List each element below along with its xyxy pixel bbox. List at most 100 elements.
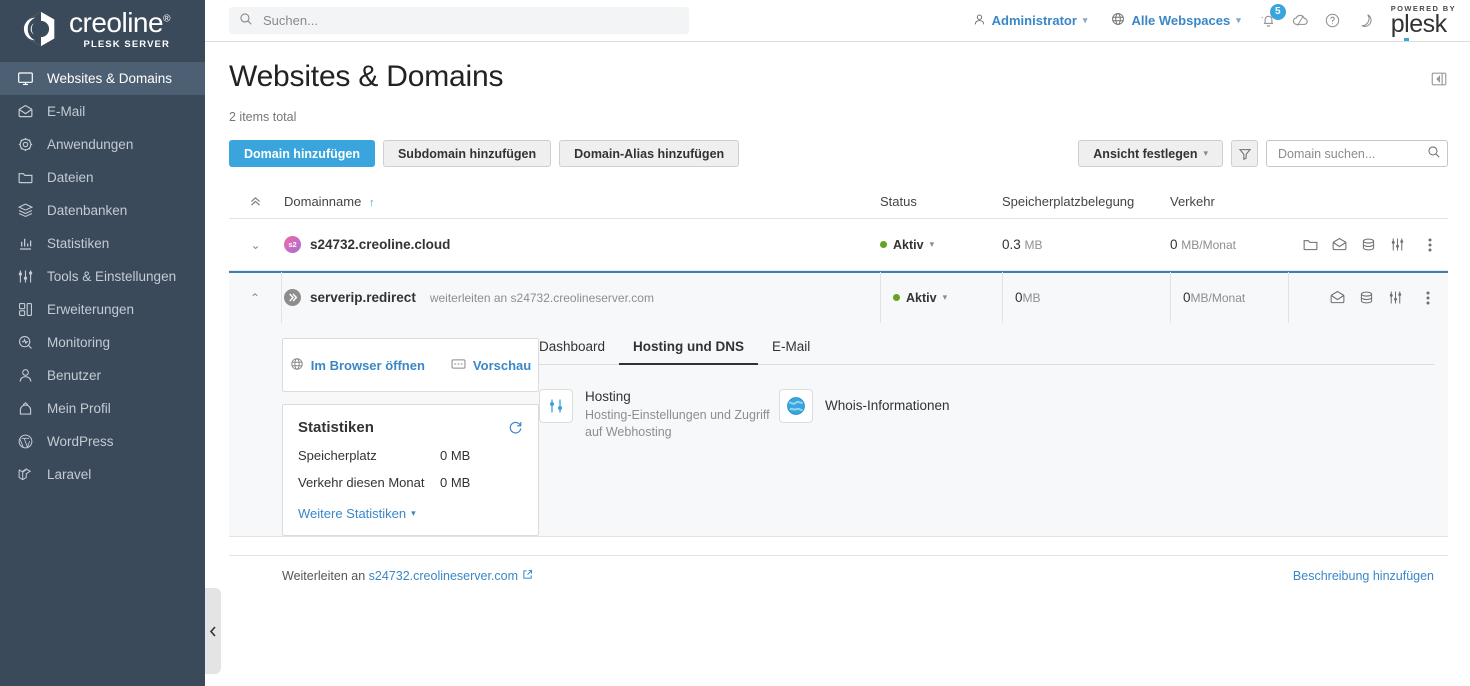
sidebar-item-anwendungen[interactable]: Anwendungen: [0, 128, 205, 161]
main-area: Administrator ▾ Alle Webspaces ▾: [205, 0, 1470, 686]
status-badge: Aktiv: [906, 290, 937, 305]
status-dot-icon: [880, 241, 887, 248]
row-expand-toggle[interactable]: ⌃: [229, 272, 282, 323]
database-icon: [16, 202, 34, 220]
stat-label: Verkehr diesen Monat: [298, 475, 425, 490]
administrator-menu[interactable]: Administrator ▾: [961, 13, 1100, 29]
traffic-value: 0: [1183, 290, 1191, 305]
domain-search[interactable]: [1266, 140, 1448, 167]
filter-button[interactable]: [1231, 140, 1258, 167]
space-value: 0: [1015, 290, 1023, 305]
tab-hosting-und-dns[interactable]: Hosting und DNS: [619, 339, 759, 365]
moon-icon: [1361, 14, 1372, 27]
sliders-icon[interactable]: [1387, 289, 1404, 306]
profile-icon: [16, 400, 34, 418]
more-statistics-link[interactable]: Weitere Statistiken ▾: [298, 506, 523, 521]
column-header-speicherplatzbelegung[interactable]: Speicherplatzbelegung: [1002, 194, 1170, 209]
extensions-icon: [16, 301, 34, 319]
collapse-panel-button[interactable]: [1430, 70, 1448, 88]
sidebar-item-label: Datenbanken: [47, 203, 128, 218]
add-description-link[interactable]: Beschreibung hinzufügen: [1293, 569, 1434, 583]
tab-dashboard[interactable]: Dashboard: [539, 339, 619, 365]
globe-icon: [779, 389, 813, 423]
feature-card-whois[interactable]: Whois-Informationen: [779, 389, 1039, 441]
page-content: Websites & Domains 2 items total Domain …: [205, 42, 1470, 686]
page-header: Websites & Domains: [229, 42, 1448, 94]
sidebar-item-websites-domains[interactable]: Websites & Domains: [0, 62, 205, 95]
sidebar-item-monitoring[interactable]: Monitoring: [0, 326, 205, 359]
sidebar-item-label: Laravel: [47, 467, 92, 482]
sidebar-item-erweiterungen[interactable]: Erweiterungen: [0, 293, 205, 326]
page-title: Websites & Domains: [229, 60, 504, 93]
creoline-logo-icon: [22, 10, 60, 48]
row-domain-cell: serverip.redirect weiterleiten an s24732…: [282, 289, 880, 306]
forward-target-link[interactable]: s24732.creolineserver.com: [369, 569, 518, 583]
table-header: Domainname ↑ Status Speicherplatzbelegun…: [229, 185, 1448, 219]
tab-email[interactable]: E-Mail: [758, 339, 824, 365]
webspace-menu[interactable]: Alle Webspaces ▾: [1099, 12, 1252, 29]
stat-value: 0 MB: [440, 475, 471, 490]
row-domain-cell: s2 s24732.creoline.cloud: [282, 236, 880, 253]
dark-mode-button[interactable]: [1349, 5, 1381, 37]
feature-card-hosting[interactable]: Hosting Hosting-Einstellungen und Zugrif…: [539, 389, 779, 441]
global-search[interactable]: [229, 7, 689, 34]
set-view-button[interactable]: Ansicht festlegen ▾: [1078, 140, 1223, 167]
help-button[interactable]: [1317, 5, 1349, 37]
database-icon[interactable]: [1358, 289, 1375, 306]
collapse-all-button[interactable]: [229, 197, 282, 206]
row-expand-toggle[interactable]: ⌄: [229, 239, 282, 251]
sidebar-item-email[interactable]: E-Mail: [0, 95, 205, 128]
sidebar-item-mein-profil[interactable]: Mein Profil: [0, 392, 205, 425]
panel-left-column: Im Browser öffnen Vorschau Statistiken S…: [229, 338, 539, 536]
add-domain-alias-button[interactable]: Domain-Alias hinzufügen: [559, 140, 740, 167]
envelope-icon[interactable]: [1331, 236, 1348, 253]
domain-name-link[interactable]: serverip.redirect: [310, 290, 416, 305]
traffic-value: 0: [1170, 237, 1178, 252]
sidebar-item-wordpress[interactable]: WordPress: [0, 425, 205, 458]
brand-logo-area[interactable]: creoline® PLESK SERVER: [0, 0, 205, 58]
folder-icon[interactable]: [1302, 236, 1319, 253]
envelope-icon[interactable]: [1329, 289, 1346, 306]
sidebar-item-statistiken[interactable]: Statistiken: [0, 227, 205, 260]
sliders-icon[interactable]: [1389, 236, 1406, 253]
topbar: Administrator ▾ Alle Webspaces ▾: [205, 0, 1470, 42]
sidebar-item-dateien[interactable]: Dateien: [0, 161, 205, 194]
database-icon[interactable]: [1360, 236, 1377, 253]
sidebar-collapse-handle[interactable]: [205, 588, 221, 674]
notification-badge: 5: [1269, 3, 1286, 20]
row-status-cell[interactable]: Aktiv ▾: [880, 238, 1002, 252]
column-header-domainname[interactable]: Domainname ↑: [282, 194, 880, 209]
feature-description: Hosting-Einstellungen und Zugriff auf We…: [585, 408, 770, 439]
row-traffic-cell: 0 MB/Monat: [1170, 272, 1288, 323]
sidebar-item-benutzer[interactable]: Benutzer: [0, 359, 205, 392]
external-link-icon[interactable]: [522, 569, 533, 583]
domain-search-input[interactable]: [1276, 145, 1427, 162]
preview-link[interactable]: Vorschau: [451, 358, 531, 373]
refresh-icon[interactable]: [508, 420, 523, 435]
space-value: 0.3: [1002, 237, 1021, 252]
column-header-verkehr[interactable]: Verkehr: [1170, 194, 1288, 209]
column-header-status[interactable]: Status: [880, 194, 1002, 209]
user-icon: [973, 13, 986, 29]
cloud-button[interactable]: [1285, 5, 1317, 37]
sidebar-item-datenbanken[interactable]: Datenbanken: [0, 194, 205, 227]
domains-table: Domainname ↑ Status Speicherplatzbelegun…: [229, 185, 1448, 596]
table-row[interactable]: ⌄ s2 s24732.creoline.cloud Aktiv ▾ 0.3 M…: [229, 219, 1448, 271]
domain-name-link[interactable]: s24732.creoline.cloud: [310, 237, 450, 252]
kebab-menu-icon[interactable]: [1428, 237, 1432, 253]
add-subdomain-button[interactable]: Subdomain hinzufügen: [382, 140, 552, 167]
sidebar-item-laravel[interactable]: Laravel: [0, 458, 205, 491]
kebab-menu-icon[interactable]: [1426, 290, 1430, 306]
redirect-icon: [284, 289, 301, 306]
search-input[interactable]: [261, 12, 679, 29]
notifications-button[interactable]: 5: [1253, 3, 1286, 37]
add-domain-button[interactable]: Domain hinzufügen: [229, 140, 375, 167]
sidebar-item-tools-einstellungen[interactable]: Tools & Einstellungen: [0, 260, 205, 293]
space-unit: MB: [1022, 290, 1041, 305]
row-status-cell[interactable]: Aktiv ▾: [880, 272, 1002, 323]
space-unit: MB: [1024, 238, 1043, 252]
stat-value: 0 MB: [440, 448, 471, 463]
open-in-browser-link[interactable]: Im Browser öffnen: [290, 357, 425, 374]
sidebar-item-label: Statistiken: [47, 236, 110, 251]
table-row[interactable]: ⌃ serverip.redirect weiterleiten an s247…: [229, 271, 1448, 323]
